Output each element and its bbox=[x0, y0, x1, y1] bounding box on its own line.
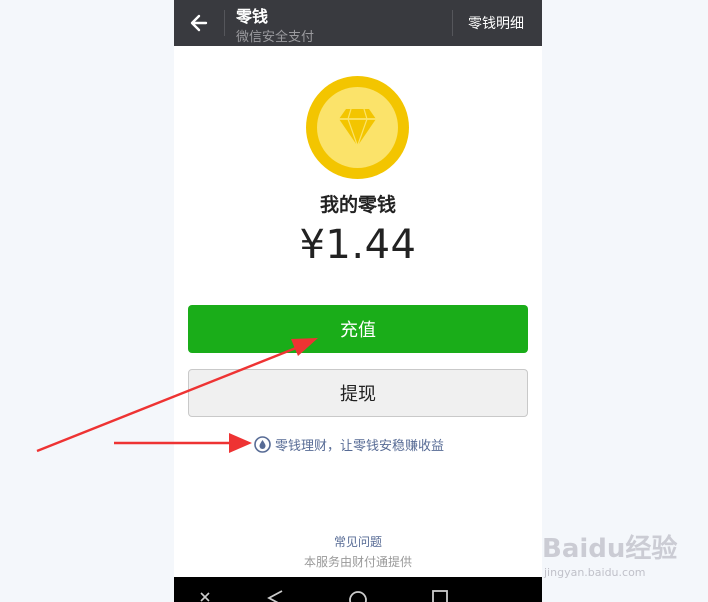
close-icon[interactable] bbox=[200, 589, 210, 602]
divider bbox=[224, 10, 225, 36]
water-drop-icon bbox=[254, 435, 271, 453]
page-subtitle: 微信安全支付 bbox=[236, 30, 315, 45]
recent-square-icon[interactable] bbox=[431, 589, 449, 602]
top-bar: 零钱 微信安全支付 零钱明细 bbox=[174, 0, 542, 46]
watermark: Baidu经验 jingyan.baidu.com bbox=[540, 528, 708, 588]
home-circle-icon[interactable] bbox=[347, 589, 369, 602]
faq-link[interactable]: 常见问题 bbox=[174, 533, 542, 550]
balance-amount: ¥1.44 bbox=[299, 222, 417, 268]
back-triangle-icon[interactable] bbox=[266, 589, 284, 602]
balance-detail-button[interactable]: 零钱明细 bbox=[456, 0, 536, 46]
balance-label: 我的零钱 bbox=[319, 194, 396, 216]
withdraw-button[interactable]: 提现 bbox=[188, 369, 528, 417]
promo-text: 零钱理财，让零钱安稳赚收益 bbox=[275, 438, 445, 454]
page-title: 零钱 bbox=[236, 7, 269, 26]
divider bbox=[452, 10, 453, 36]
system-nav-bar bbox=[174, 577, 542, 602]
wealth-promo-link[interactable]: 零钱理财，让零钱安稳赚收益 bbox=[254, 434, 444, 454]
watermark-logo: Baidu经验 bbox=[542, 534, 678, 564]
topup-button[interactable]: 充值 bbox=[188, 305, 528, 353]
wallet-screen: 零钱 微信安全支付 零钱明细 我的零钱 ¥1.44 充值 提现 零钱理财，让零钱… bbox=[174, 0, 542, 602]
back-button[interactable] bbox=[174, 0, 224, 46]
provider-note: 本服务由财付通提供 bbox=[303, 555, 412, 569]
watermark-url: jingyan.baidu.com bbox=[544, 566, 646, 579]
back-arrow-icon bbox=[190, 14, 208, 32]
diamond-coin-icon bbox=[306, 76, 409, 179]
